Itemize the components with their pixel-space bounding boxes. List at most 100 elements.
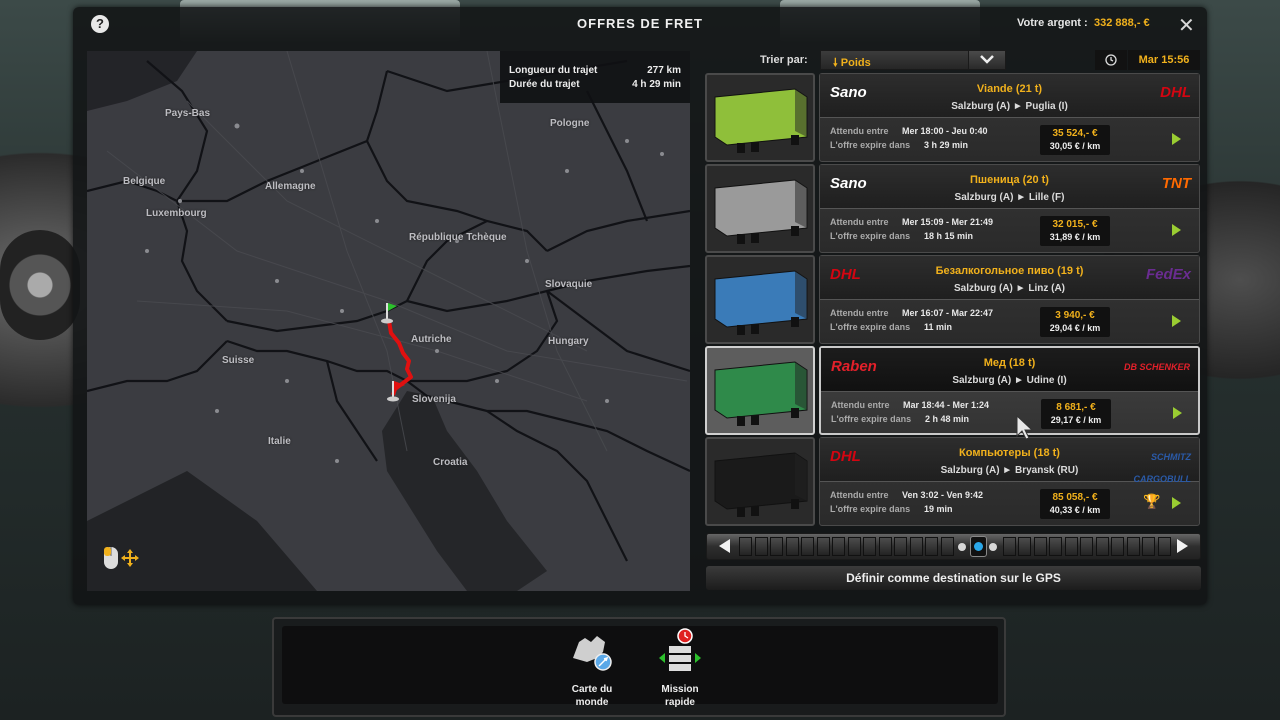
sort-dropdown-button[interactable] — [968, 50, 1006, 70]
trailer-thumbnail[interactable] — [705, 346, 815, 435]
map-label-italie: Italie — [268, 436, 291, 447]
offer-card[interactable]: Sano Viande (21 t) Salzburg (A) ► Puglia… — [819, 73, 1200, 162]
expected-label: Attendu entre — [830, 126, 889, 136]
offer-price: 35 524,- € — [1052, 128, 1098, 139]
pager-prev-arrow-icon[interactable] — [719, 539, 730, 553]
expire-label: L'offre expire dans — [830, 504, 911, 514]
pager-page[interactable] — [1126, 537, 1140, 556]
pager-page[interactable] — [801, 537, 814, 556]
offer-header: Sano Пшеница (20 t) Salzburg (A) ► Lille… — [820, 165, 1199, 209]
expected-window: Mar 18:44 - Mer 1:24 — [903, 400, 990, 410]
map-graphic — [87, 51, 690, 591]
expire-value: 18 h 15 min — [924, 231, 974, 241]
pager-page[interactable] — [1157, 537, 1171, 556]
accept-offer-play-icon[interactable] — [1173, 407, 1182, 419]
world-map-icon — [562, 628, 622, 679]
offer-row[interactable]: Sano Пшеница (20 t) Salzburg (A) ► Lille… — [705, 164, 1201, 253]
pager-page[interactable] — [1002, 537, 1016, 556]
map-label-allemagne: Allemagne — [265, 181, 316, 192]
offer-price: 85 058,- € — [1052, 492, 1098, 503]
quick-job-button[interactable]: Mission rapide — [650, 628, 710, 709]
map-label-pays-bas: Pays-Bas — [165, 108, 211, 119]
sort-label: Trier par: — [760, 54, 808, 66]
pager-page[interactable] — [909, 537, 923, 556]
pager-page[interactable] — [940, 537, 954, 556]
help-button[interactable]: ? — [91, 15, 109, 33]
expected-window: Mer 18:00 - Jeu 0:40 — [902, 126, 988, 136]
expected-label: Attendu entre — [830, 217, 889, 227]
close-button[interactable]: ✕ — [1178, 13, 1195, 38]
world-map-button[interactable]: Carte du monde — [562, 628, 622, 709]
map-label-croatia: Croatia — [433, 457, 468, 468]
pager-page[interactable] — [754, 537, 768, 556]
map-label-pologne: Pologne — [550, 118, 590, 129]
route-map[interactable] — [87, 51, 690, 591]
price-box: 32 015,- € 31,89 € / km — [1040, 216, 1110, 246]
offer-row[interactable]: DHL Компьютеры (18 t) Salzburg (A) ► Bry… — [705, 437, 1201, 526]
expire-label: L'offre expire dans — [831, 414, 912, 424]
pager-next-arrow-icon[interactable] — [1177, 539, 1188, 553]
accept-offer-play-icon[interactable] — [1172, 224, 1181, 236]
set-gps-destination-button[interactable]: Définir comme destination sur le GPS — [706, 566, 1201, 590]
company-logo-destination: TNT — [1161, 175, 1191, 192]
offer-row[interactable]: Raben Мед (18 t) Salzburg (A) ► Udine (I… — [705, 346, 1201, 435]
sort-value: Poids — [840, 57, 871, 69]
bottom-toolbar-inner — [282, 626, 998, 704]
trailer-thumbnail[interactable] — [705, 437, 815, 526]
pager-page[interactable] — [1080, 537, 1093, 556]
map-label-luxembourg: Luxembourg — [146, 208, 207, 219]
company-logo-destination: SCHMITZ CARGOBULL — [1133, 452, 1192, 484]
map-label-rep-tcheque: République Tchèque — [409, 232, 507, 243]
pager-dot[interactable] — [989, 543, 997, 551]
pager-page[interactable] — [1064, 537, 1078, 556]
world-map-label: Carte du monde — [571, 684, 613, 708]
mouse-cursor-icon — [1016, 414, 1034, 446]
pager-page[interactable] — [1033, 537, 1047, 556]
trailer-thumbnail[interactable] — [705, 255, 815, 344]
map-label-belgique: Belgique — [123, 176, 166, 187]
pager-page[interactable] — [1018, 537, 1031, 556]
pager-page[interactable] — [863, 537, 876, 556]
expected-window: Mer 15:09 - Mer 21:49 — [902, 217, 994, 227]
offer-price: 3 940,- € — [1055, 310, 1095, 321]
expected-label: Attendu entre — [830, 490, 889, 500]
offer-card[interactable]: DHL Безалкогольное пиво (19 t) Salzburg … — [819, 255, 1200, 344]
money-value: 332 888,- € — [1094, 17, 1150, 29]
pager-current-page[interactable] — [969, 536, 987, 557]
offer-row[interactable]: DHL Безалкогольное пиво (19 t) Salzburg … — [705, 255, 1201, 344]
offer-price: 8 681,- € — [1056, 402, 1096, 413]
pager-page[interactable] — [770, 537, 783, 556]
pager-page[interactable] — [1049, 537, 1062, 556]
offer-card[interactable]: DHL Компьютеры (18 t) Salzburg (A) ► Bry… — [819, 437, 1200, 526]
offer-card[interactable]: Sano Пшеница (20 t) Salzburg (A) ► Lille… — [819, 164, 1200, 253]
pager-page[interactable] — [1095, 537, 1109, 556]
accept-offer-play-icon[interactable] — [1172, 315, 1181, 327]
expire-label: L'offre expire dans — [830, 231, 911, 241]
pager-page[interactable] — [1111, 537, 1124, 556]
pager-page[interactable] — [925, 537, 938, 556]
route-length-value: 277 km — [647, 65, 681, 76]
accept-offer-play-icon[interactable] — [1172, 497, 1181, 509]
accept-offer-play-icon[interactable] — [1172, 133, 1181, 145]
pager-page[interactable] — [847, 537, 861, 556]
trailer-thumbnail[interactable] — [705, 73, 815, 162]
route-duration-value: 4 h 29 min — [632, 79, 681, 90]
pager-page[interactable] — [1142, 537, 1155, 556]
trophy-icon: 🏆 — [1143, 493, 1161, 509]
pager-page[interactable] — [878, 537, 892, 556]
sort-dropdown[interactable]: 🠗 Poids — [820, 50, 970, 70]
pager-page[interactable] — [894, 537, 907, 556]
pager-page[interactable] — [832, 537, 845, 556]
offer-header: Sano Viande (21 t) Salzburg (A) ► Puglia… — [820, 74, 1199, 118]
company-logo-destination: DB SCHENKER — [1123, 362, 1190, 372]
trailer-thumbnail[interactable] — [705, 164, 815, 253]
pager-dot[interactable] — [958, 543, 966, 551]
offer-price-per-km: 29,04 € / km — [1049, 323, 1101, 333]
offer-row[interactable]: Sano Viande (21 t) Salzburg (A) ► Puglia… — [705, 73, 1201, 162]
pager-page[interactable] — [785, 537, 799, 556]
offer-card[interactable]: Raben Мед (18 t) Salzburg (A) ► Udine (I… — [819, 346, 1200, 435]
offers-pager — [706, 533, 1201, 560]
sort-down-icon: 🠗 — [833, 57, 838, 69]
pager-page[interactable] — [816, 537, 830, 556]
pager-page[interactable] — [739, 537, 752, 556]
